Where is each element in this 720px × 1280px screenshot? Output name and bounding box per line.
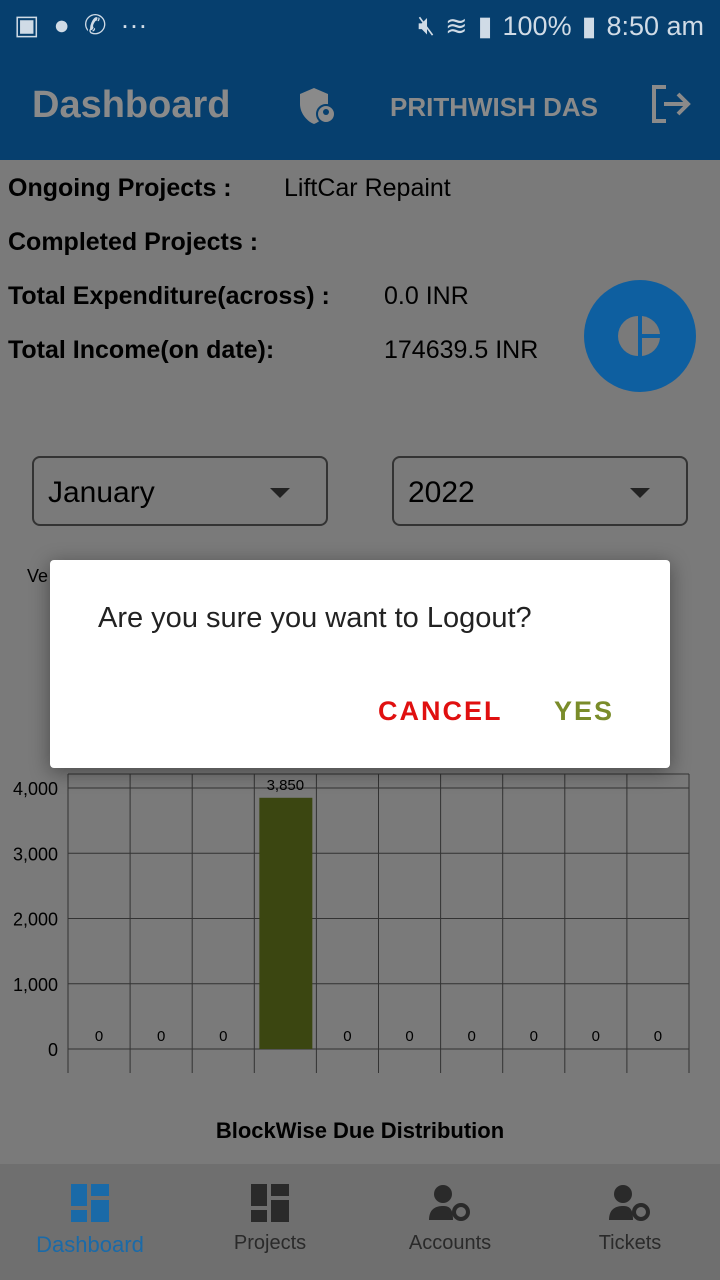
- data-label: 0: [592, 1028, 600, 1045]
- chevron-down-icon: [630, 488, 650, 498]
- summary-label: Total Expenditure(across) :: [8, 282, 330, 310]
- data-label: 0: [343, 1028, 351, 1045]
- signal-icon: ▮: [477, 10, 493, 41]
- accounts-icon: [429, 1185, 470, 1221]
- nav-label: Tickets: [598, 1232, 662, 1254]
- wifi-icon: ≋: [445, 10, 468, 41]
- month-value: January: [48, 476, 155, 509]
- nav-label: Dashboard: [36, 1232, 144, 1257]
- data-label: 0: [405, 1028, 413, 1045]
- summary-income: Total Income(on date): 174639.5 INR: [8, 336, 538, 365]
- user-name[interactable]: PRITHWISH DAS: [390, 92, 598, 123]
- nav-projects[interactable]: Projects: [180, 1184, 360, 1255]
- summary-value: LiftCar Repaint: [284, 174, 451, 202]
- bottom-nav: Dashboard Projects Accounts Tickets: [0, 1164, 720, 1280]
- status-bar: ▣ ● ✆ ··· 🔇︎ ≋ ▮ 100% ▮ 8:50 am: [0, 0, 720, 52]
- battery-percent: 100%: [502, 10, 572, 41]
- shield-user-icon[interactable]: [298, 86, 338, 126]
- data-label: 0: [95, 1028, 103, 1045]
- chart-title: BlockWise Due Distribution: [215, 1118, 505, 1143]
- nav-label: Projects: [233, 1232, 307, 1254]
- clock: 8:50 am: [606, 10, 704, 41]
- more-icon: ···: [120, 10, 148, 40]
- gallery-icon: ▣: [14, 10, 40, 40]
- nav-tickets[interactable]: Tickets: [540, 1184, 720, 1255]
- data-label: 0: [157, 1028, 165, 1045]
- year-value: 2022: [408, 476, 475, 509]
- cancel-button[interactable]: CANCEL: [378, 696, 503, 727]
- summary-ongoing: Ongoing Projects : LiftCar Repaint: [8, 174, 451, 203]
- dashboard-icon: [71, 1184, 109, 1222]
- tickets-icon: [609, 1185, 650, 1221]
- projects-icon: [251, 1184, 289, 1222]
- data-label: 0: [219, 1028, 227, 1045]
- dialog-message: Are you sure you want to Logout?: [98, 602, 532, 634]
- data-label: 0: [467, 1028, 475, 1045]
- nav-accounts[interactable]: Accounts: [360, 1184, 540, 1255]
- summary-label: Ongoing Projects :: [8, 174, 232, 202]
- battery-icon: ▮: [581, 10, 597, 41]
- summary-label: Completed Projects :: [8, 228, 259, 256]
- pie-chart-icon: [618, 316, 660, 356]
- bar: [259, 797, 313, 1049]
- y-tick-label: 4,000: [13, 779, 58, 799]
- chevron-down-icon: [270, 488, 290, 498]
- nav-label: Accounts: [408, 1232, 492, 1254]
- mute-icon: 🔇︎: [418, 10, 436, 40]
- pie-chart-button[interactable]: [584, 280, 696, 392]
- whatsapp-icon: ✆: [83, 10, 107, 40]
- yes-button[interactable]: YES: [554, 696, 614, 727]
- summary-value: 0.0 INR: [384, 282, 469, 310]
- logout-dialog: Are you sure you want to Logout? CANCEL …: [50, 560, 670, 768]
- data-label: 0: [530, 1028, 538, 1045]
- data-label: 0: [654, 1028, 662, 1045]
- page-title: Dashboard: [32, 84, 231, 126]
- y-tick-label: 1,000: [13, 975, 58, 995]
- nav-dashboard[interactable]: Dashboard: [0, 1184, 180, 1258]
- y-tick-label: 3,000: [13, 844, 58, 864]
- app-bar: Dashboard PRITHWISH DAS: [0, 52, 720, 160]
- data-label: 3,850: [267, 777, 305, 794]
- logout-icon[interactable]: [650, 84, 692, 124]
- summary-value: 174639.5 INR: [384, 336, 539, 364]
- y-tick-label: 0: [48, 1040, 58, 1060]
- year-select[interactable]: 2022: [392, 456, 688, 526]
- summary-label: Total Income(on date):: [8, 336, 275, 364]
- y-tick-label: 2,000: [13, 910, 58, 930]
- month-select[interactable]: January: [32, 456, 328, 526]
- summary-completed: Completed Projects :: [8, 228, 258, 257]
- app-icon: ●: [53, 10, 70, 40]
- summary-expenditure: Total Expenditure(across) : 0.0 INR: [8, 282, 469, 311]
